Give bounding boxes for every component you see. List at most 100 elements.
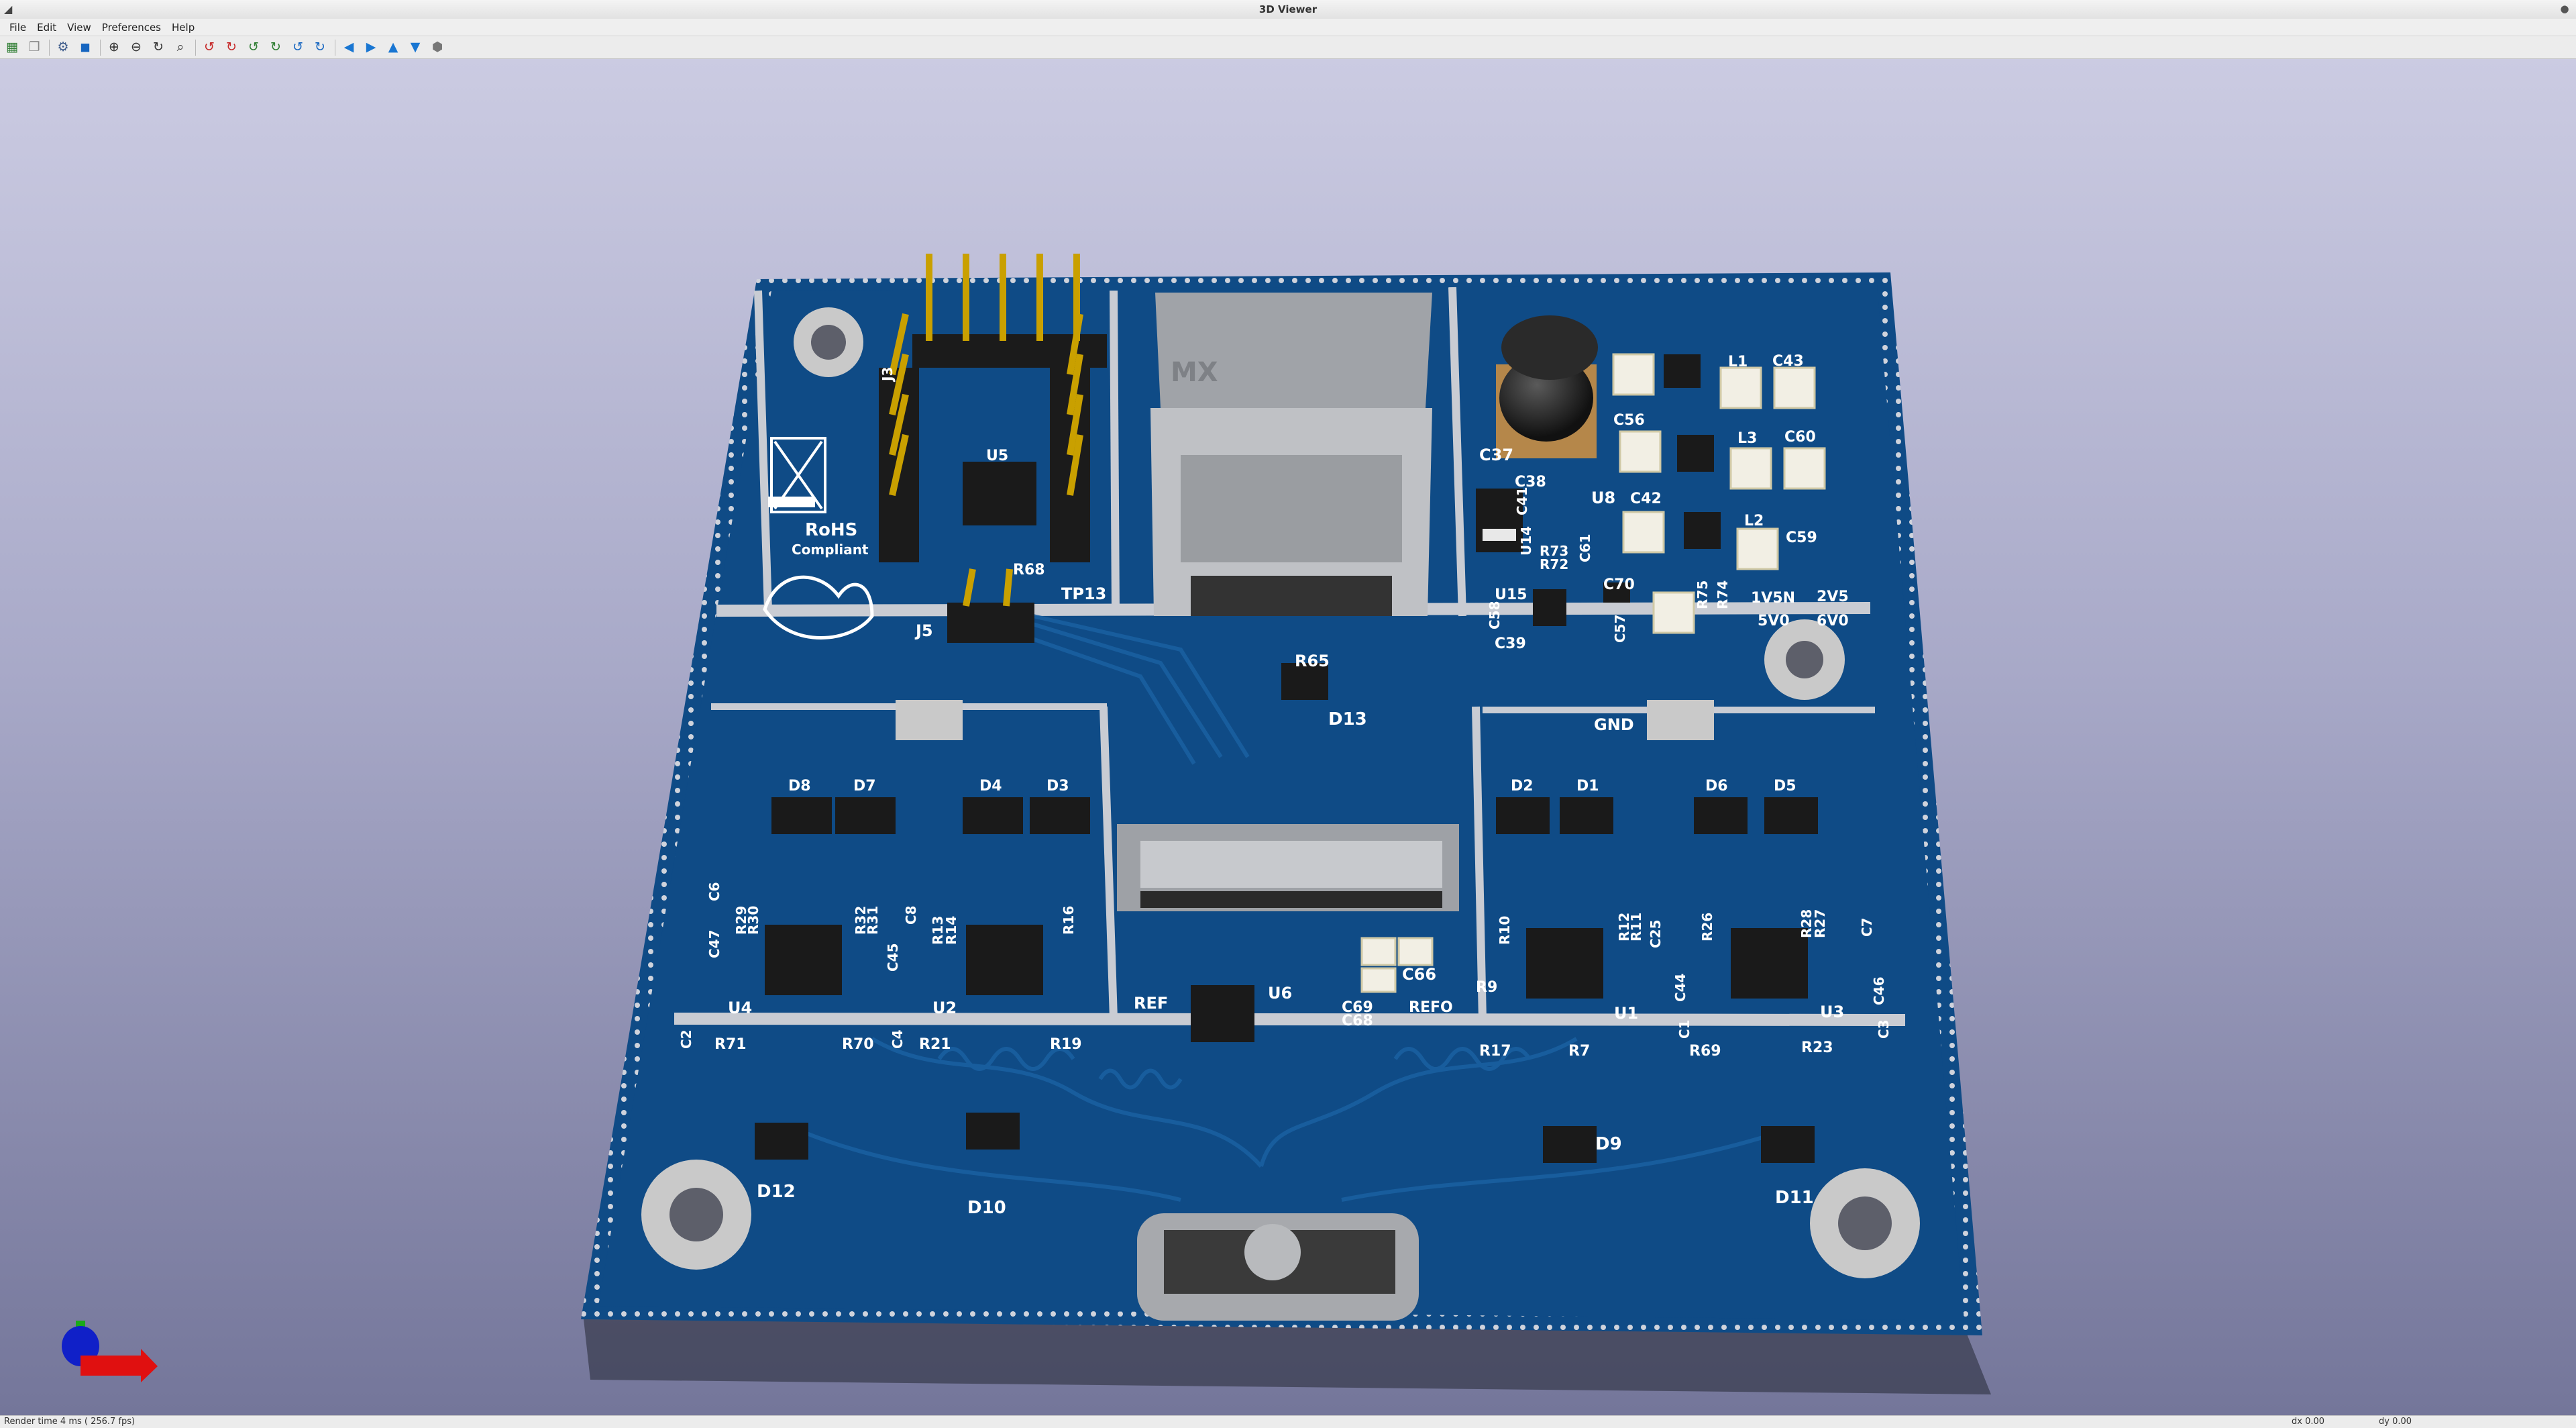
- silk-label-u5: U5: [986, 448, 1008, 464]
- silk-label-c46: C46: [1871, 976, 1887, 1005]
- silk-label-r11: R11: [1628, 913, 1644, 941]
- silk-label-d7: D7: [853, 778, 876, 795]
- rotate-z-cw-button[interactable]: ↺: [288, 38, 307, 57]
- zoom-fit-button[interactable]: ⌕: [171, 38, 190, 57]
- silk-label-r71: R71: [714, 1036, 747, 1053]
- power-inductor: [1496, 315, 1598, 458]
- ic-u5: [963, 462, 1036, 525]
- toolbar-separator: [195, 39, 196, 56]
- silk-label-c61: C61: [1577, 533, 1593, 562]
- move-right-button[interactable]: ▶: [362, 38, 380, 57]
- silk-label-c42: C42: [1630, 491, 1662, 507]
- zoom-in-button[interactable]: ⊕: [105, 38, 123, 57]
- silk-label-d12: D12: [757, 1182, 796, 1202]
- silk-label-u3: U3: [1820, 1003, 1844, 1021]
- close-window-icon[interactable]: ●: [2557, 2, 2572, 15]
- 3d-viewport[interactable]: MX RoHS Compliant J3 U5 R68 J5 TP13 R65 D13 C37…: [0, 59, 2576, 1415]
- ic-u3: [1731, 928, 1808, 999]
- silk-label-r65: R65: [1295, 652, 1330, 670]
- silk-label-1v5n: 1V5N: [1751, 590, 1795, 607]
- silk-label-ref: REF: [1134, 994, 1168, 1013]
- rotate-x-cw-button[interactable]: ↺: [200, 38, 219, 57]
- rotate-y-cw-icon: ↺: [248, 40, 259, 54]
- rotate-z-cw-icon: ↺: [292, 40, 303, 54]
- ic-u6: [1191, 985, 1254, 1042]
- move-down-icon: ▼: [410, 40, 421, 54]
- menu-preferences[interactable]: Preferences: [97, 21, 166, 34]
- menubar: File Edit View Preferences Help: [0, 19, 2576, 36]
- silk-label-d13: D13: [1328, 709, 1367, 729]
- move-down-button[interactable]: ▼: [406, 38, 425, 57]
- silk-label-c70: C70: [1603, 576, 1635, 593]
- render-options-icon: ⚙: [57, 40, 69, 54]
- silk-label-c45: C45: [885, 943, 901, 972]
- silk-label-c58: C58: [1487, 601, 1503, 629]
- orthographic-button[interactable]: ⬢: [428, 38, 447, 57]
- silk-label-c2: C2: [678, 1029, 694, 1049]
- ic-u1: [1526, 928, 1603, 999]
- silk-label-5v0: 5V0: [1758, 613, 1790, 629]
- window-title: 3D Viewer: [1258, 3, 1318, 15]
- menu-help[interactable]: Help: [166, 21, 200, 34]
- silk-label-u14: U14: [1518, 526, 1534, 556]
- render-options-button[interactable]: ⚙: [54, 38, 72, 57]
- silk-label-r75: R75: [1695, 580, 1711, 609]
- zoom-out-icon: ⊖: [131, 40, 142, 54]
- zoom-fit-icon: ⌕: [176, 40, 184, 54]
- silk-label-l1: L1: [1728, 354, 1748, 370]
- title-bar: ◢ 3D Viewer ●: [0, 0, 2576, 19]
- silk-label-refo: REFO: [1409, 999, 1453, 1016]
- silk-label-r7: R7: [1568, 1043, 1590, 1060]
- rotate-z-ccw-button[interactable]: ↻: [311, 38, 329, 57]
- move-left-icon: ◀: [343, 40, 354, 54]
- silk-label-u4: U4: [728, 999, 752, 1017]
- silk-label-c59: C59: [1786, 529, 1817, 546]
- silk-label-c4: C4: [890, 1029, 906, 1049]
- menu-file[interactable]: File: [4, 21, 32, 34]
- reload-board-button[interactable]: ▦: [3, 38, 21, 57]
- silk-label-u6: U6: [1268, 984, 1292, 1003]
- dx-readout: dx 0.00: [2292, 1417, 2325, 1427]
- silk-label-l2: L2: [1744, 513, 1764, 529]
- status-bar: Render time 4 ms ( 256.7 fps) dx 0.00 dy…: [0, 1415, 2576, 1428]
- toolbar-separator: [100, 39, 101, 56]
- toolbar-separator: [49, 39, 50, 56]
- silk-label-r16: R16: [1061, 906, 1077, 935]
- move-right-icon: ▶: [366, 40, 376, 54]
- silk-label-c7: C7: [1859, 917, 1875, 937]
- ic-u2: [966, 925, 1043, 995]
- copy-image-button[interactable]: ❐: [25, 38, 44, 57]
- silk-label-r26: R26: [1699, 913, 1715, 941]
- rotate-x-ccw-button[interactable]: ↻: [222, 38, 241, 57]
- menu-edit[interactable]: Edit: [32, 21, 62, 34]
- silk-label-c44: C44: [1672, 973, 1688, 1002]
- rotate-y-cw-button[interactable]: ↺: [244, 38, 263, 57]
- silk-label-j3: J3: [879, 367, 896, 382]
- zoom-out-button[interactable]: ⊖: [127, 38, 146, 57]
- move-up-button[interactable]: ▲: [384, 38, 402, 57]
- silk-label-tp13: TP13: [1061, 584, 1106, 603]
- pcb-3d-view: MX RoHS Compliant J3 U5 R68 J5 TP13 R65 D13 C37…: [581, 254, 1991, 1394]
- silk-label-d1: D1: [1576, 778, 1599, 795]
- silk-label-d3: D3: [1046, 778, 1069, 795]
- refresh-icon: ↻: [153, 40, 164, 54]
- silk-label-r30: R30: [745, 906, 761, 935]
- silk-label-r74: R74: [1715, 580, 1731, 609]
- reload-board-icon: ▦: [6, 40, 18, 54]
- silk-label-d11: D11: [1775, 1188, 1814, 1208]
- silk-label-c41: C41: [1514, 487, 1530, 515]
- refresh-button[interactable]: ↻: [149, 38, 168, 57]
- connector-bottom: [1137, 1213, 1419, 1321]
- raytracing-icon: ◼: [80, 40, 91, 54]
- silk-label-c68: C68: [1342, 1013, 1373, 1029]
- raytracing-button[interactable]: ◼: [76, 38, 95, 57]
- silk-label-r14: R14: [943, 916, 959, 945]
- silk-label-2v5: 2V5: [1817, 589, 1849, 605]
- menu-view[interactable]: View: [62, 21, 97, 34]
- silk-label-c39: C39: [1495, 635, 1526, 652]
- silk-label-c66: C66: [1402, 965, 1436, 984]
- move-left-button[interactable]: ◀: [339, 38, 358, 57]
- silk-label-u1: U1: [1614, 1004, 1638, 1023]
- silk-label-j5: J5: [914, 621, 933, 640]
- rotate-y-ccw-button[interactable]: ↻: [266, 38, 285, 57]
